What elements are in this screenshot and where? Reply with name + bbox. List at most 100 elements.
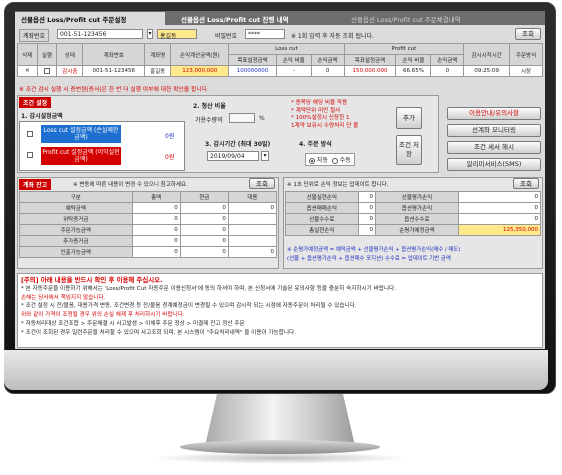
table-row: 추가증거금 0 0 [19,235,278,247]
account-dropdown-icon[interactable]: ▾ [147,29,153,39]
col-profit-amount: 손익금액 [430,54,465,66]
method-manual-label: 수동 [339,157,351,164]
pnl-label: 순평가예정금액 [375,224,459,236]
condition-clear-button[interactable]: 조건 세서 해시 [447,141,541,154]
balance-total: 0 [131,235,181,247]
loss-cut-checkbox[interactable] [27,131,33,137]
pnl-label: 총실현손익 [285,224,359,236]
balance-total: 0 [131,213,181,225]
balance-cash: 0 [179,213,229,225]
col-method: 주문방식 [509,43,543,66]
ratio-unit: % [259,115,265,122]
method-cell: 시장 [509,65,543,77]
notice-line: * 조건 설정 시 잔/물음, 대용가격 변동, 조건변경 등 잔/물음 경계예… [21,303,357,310]
col-loss-amount: 손익금액 [310,54,345,66]
col-profit-target: 목표설정금액 [343,54,397,66]
run-checkbox-cell[interactable] [36,65,58,77]
balance-total: 0 [131,246,181,258]
group-loss-cut: Loss cut [228,43,345,55]
password-field[interactable]: **** [245,29,285,39]
delete-cell[interactable]: ✕ [17,65,38,77]
notice-line: 위와 같이 가격이 조정될 경우 위의 손실 해제 후 처리하시기 바랍니다. [21,312,185,319]
balance-row-label: 예탁금액 [19,202,133,214]
pnl-label: 선물평가손익 [375,191,459,203]
method-auto-radio[interactable] [309,157,315,164]
pnl-value: 0 [357,213,377,225]
balance-sub: 0 [227,202,278,214]
table-row: 위탁증거금 0 0 [19,213,278,225]
tab-order-settings[interactable]: 선물옵션 Loss/Profit cut 주문설정 [15,12,165,25]
name-cell: 홍길동 [144,65,172,77]
step1-label: 1. 감시설정금액 [21,113,63,120]
balance-col-sub: 대용 [227,191,278,203]
pnl-label: 선물실현손익 [285,191,359,203]
balance-sub [227,235,278,247]
balance-table: 구분 총액 현금 대용 예탁금액 0 0 0 위탁증거금 0 0 주문가능금액 0 0 추가증… [19,191,278,258]
pnl-label: 옵션평가손익 [375,202,459,214]
account-search-button[interactable]: 조회 [515,28,541,40]
pnl-label: 선물수수료 [285,213,359,225]
pnl-search-button[interactable]: 조회 [513,178,539,189]
table-row: 선물실현손익 0 선물평가손익 0 [285,191,542,203]
profit-cut-value: 0원 [165,154,175,161]
balance-col-total: 총액 [131,191,181,203]
net-valuation-value: 125,350,000 [457,224,542,236]
notice-line: 손해는 당사에서 책임지지 않습니다. [21,294,106,301]
loss-cut-amount-button[interactable]: Loss cut 설정금액 (손실제한금액) [41,125,121,143]
profit-amount-cell: 0 [430,65,465,77]
end-date-field[interactable]: 2019/09/04 [207,151,259,161]
balance-sub: 0 [227,246,278,258]
col-run: 실행 [36,43,58,66]
pnl-value: 0 [357,202,377,214]
add-condition-button[interactable]: 추가 [396,107,422,129]
profit-cut-checkbox[interactable] [27,152,33,158]
account-number-field[interactable]: 001-51-123456 [57,29,143,39]
tab-progress-history[interactable]: 선물옵션 Loss/Profit cut 진행 내역 [175,12,335,25]
balance-note: ※ 변동에 따른 내용이 변경 수 있으니 참고하세요. [73,182,188,188]
balance-total: 0 [131,224,181,236]
account-cell: 001-51-123456 [82,65,146,77]
table-row: 예탁금액 0 0 0 [19,202,278,214]
pnl-value: 0 [457,202,542,214]
ratio-input[interactable] [229,113,255,123]
monitor-chin [4,350,548,390]
sms-service-button[interactable]: 알리미서비스(SMS) [447,158,541,171]
run-checkbox[interactable] [43,67,50,74]
monitoring-button[interactable]: 선계좌 모니터링 [447,124,541,137]
profit-target-cell: 150,000,000 [343,65,397,77]
profit-cut-amount-button[interactable]: Profit cut 설정금액 (이익실현금액) [41,147,121,165]
col-name: 계좌명 [144,43,172,66]
pnl-table: 선물실현손익 0 선물평가손익 0 옵션매매손익 0 옵션평가손익 0 선물수수료 0 옵션수수… [285,191,542,236]
step4-label: 4. 주문 방식 [299,141,332,148]
monitor-stand-base [180,440,380,454]
calendar-icon[interactable]: ▾ [261,151,269,161]
base-cell: 123,000,000 [170,65,230,77]
save-condition-button[interactable]: 조건 저장 [396,135,422,165]
balance-cash: 0 [179,246,229,258]
pnl-value: 0 [457,191,542,203]
pnl-label: 옵션수수료 [375,213,459,225]
ratio-notes: * 종목당 해당 비율 작용 * 계약단위 미만 절사 * 100%설정시 신장… [291,100,359,129]
pnl-value: 0 [457,213,542,225]
balance-col-cash: 현금 [179,191,229,203]
balance-sub [227,224,278,236]
balance-sub [227,213,278,225]
account-label: 계좌번호 [19,29,50,42]
notice-box: [주의] 아래 내용을 반드시 확인 후 이용해 주십시오. * 본 자동주문을… [17,273,543,348]
method-manual-radio[interactable] [331,157,338,164]
status-cell: 감시중 [56,65,84,77]
table-row: 주문가능금액 0 0 [19,224,278,236]
guide-button[interactable]: 이용안내/유의사항 [447,107,541,120]
col-loss-ratio: 손익 비율 [275,54,312,66]
profit-ratio-cell: 66.65% [395,65,432,77]
col-status: 상태 [56,43,84,66]
balance-row-label: 추가증거금 [19,235,133,247]
account-hint: ※ 1회 입력 후 자동 조회 됩니다. [291,33,374,40]
balance-search-button[interactable]: 조회 [249,178,275,189]
balance-col-type: 구분 [19,191,133,203]
tab-execution-history[interactable]: 선물옵션 Loss/Profit cut 주문체결내역 [345,12,515,25]
pnl-label: 옵션매매손익 [285,202,359,214]
step3-label: 3. 감시기간 (최대 30일) [205,141,271,148]
app-screen: 선물옵션 Loss/Profit cut 주문설정 선물옵션 Loss/Prof… [15,11,545,349]
col-base: 손익계산금액(원) [170,43,230,66]
